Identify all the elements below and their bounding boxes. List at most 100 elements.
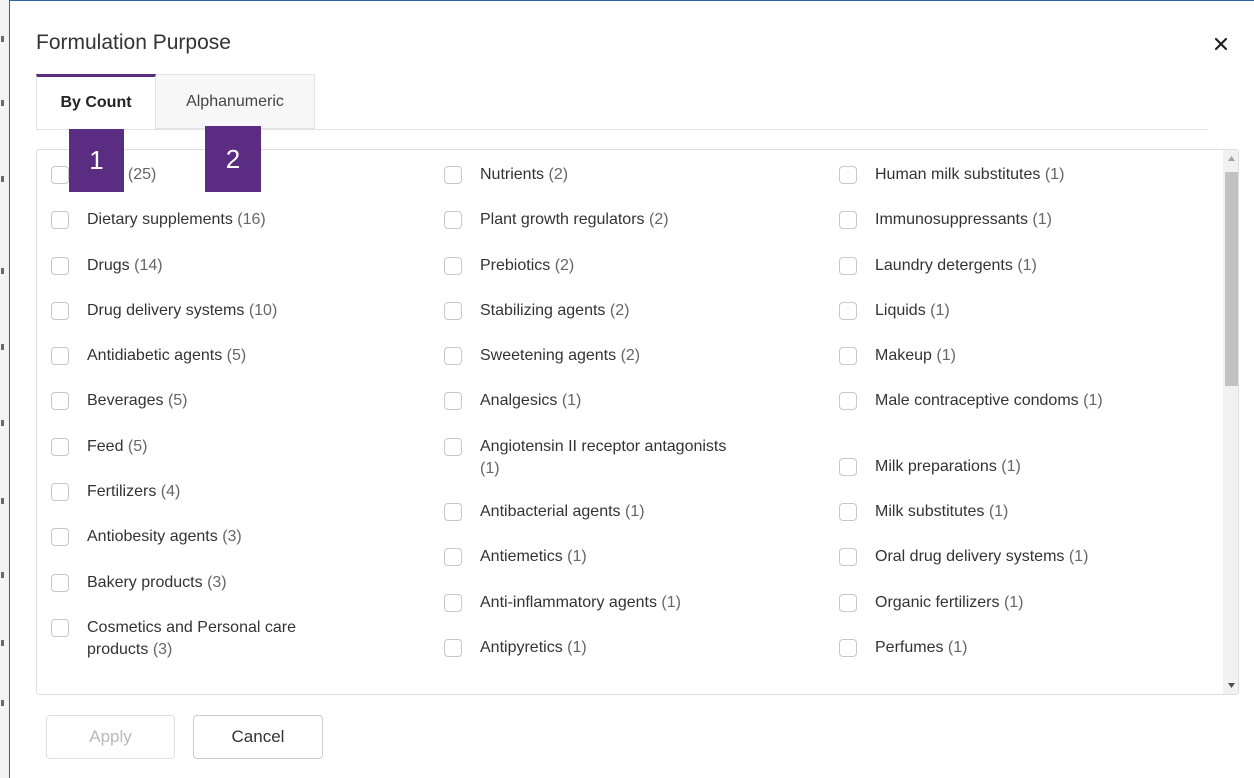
checkbox-item[interactable]: Antidiabetic agents (5) bbox=[51, 345, 431, 390]
option-count: (3) bbox=[152, 640, 173, 658]
checkbox[interactable] bbox=[839, 593, 857, 612]
checkbox-label: Prebiotics (2) bbox=[480, 255, 574, 277]
option-name: Analgesics bbox=[480, 392, 558, 410]
option-name: Organic fertilizers bbox=[875, 593, 1000, 611]
tab-bar: By Count Alphanumeric bbox=[36, 74, 1208, 130]
option-name: Cosmetics and Personal care products bbox=[87, 618, 296, 658]
option-count: (4) bbox=[160, 483, 181, 501]
checkbox-item[interactable]: Drug delivery systems (10) bbox=[51, 300, 431, 345]
checkbox-label: Cosmetics and Personal care products (3) bbox=[87, 617, 337, 661]
tab-by-count[interactable]: By Count bbox=[36, 74, 156, 130]
option-count: (10) bbox=[248, 301, 278, 319]
checkbox-item[interactable]: Makeup (1) bbox=[839, 345, 1211, 390]
checkbox-item[interactable]: Antipyretics (1) bbox=[444, 637, 829, 682]
scrollbar-thumb[interactable] bbox=[1225, 172, 1238, 386]
checkbox[interactable] bbox=[444, 548, 462, 567]
cancel-button[interactable]: Cancel bbox=[193, 715, 323, 759]
checkbox[interactable] bbox=[444, 256, 462, 275]
close-icon[interactable] bbox=[1208, 31, 1234, 57]
checkbox-label: Drugs (14) bbox=[87, 255, 163, 277]
checkbox-item[interactable]: Feed (5) bbox=[51, 436, 431, 481]
chevron-up-icon[interactable] bbox=[1223, 150, 1238, 167]
chevron-down-icon[interactable] bbox=[1223, 677, 1238, 694]
checkbox[interactable] bbox=[51, 483, 69, 502]
tab-alphanumeric[interactable]: Alphanumeric bbox=[156, 74, 315, 129]
checkbox[interactable] bbox=[444, 593, 462, 612]
checkbox[interactable] bbox=[839, 347, 857, 366]
checkbox[interactable] bbox=[51, 347, 69, 366]
checkbox[interactable] bbox=[839, 211, 857, 230]
option-count: (1) bbox=[567, 638, 587, 656]
checkbox[interactable] bbox=[444, 392, 462, 411]
checkbox[interactable] bbox=[444, 437, 462, 456]
checkbox-item[interactable]: Male contraceptive condoms (1) bbox=[839, 390, 1211, 455]
checkbox-item[interactable]: Beverages (5) bbox=[51, 390, 431, 435]
checkbox-item[interactable]: Milk preparations (1) bbox=[839, 456, 1211, 501]
checkbox-item[interactable]: Laundry detergents (1) bbox=[839, 255, 1211, 300]
checkbox-item[interactable]: Dietary supplements (16) bbox=[51, 209, 431, 254]
checkbox[interactable] bbox=[51, 528, 69, 547]
checkbox-item[interactable]: Drugs (14) bbox=[51, 255, 431, 300]
checkbox-item[interactable]: Plant growth regulators (2) bbox=[444, 209, 829, 254]
checkbox[interactable] bbox=[444, 211, 462, 230]
checkbox[interactable] bbox=[444, 503, 462, 522]
checkbox-item[interactable]: Liquids (1) bbox=[839, 300, 1211, 345]
checkbox[interactable] bbox=[444, 301, 462, 320]
checkbox-item[interactable]: Antibacterial agents (1) bbox=[444, 501, 829, 546]
checkbox[interactable] bbox=[444, 166, 462, 184]
checkbox[interactable] bbox=[444, 638, 462, 657]
option-name: Feed bbox=[87, 437, 124, 455]
checkbox-item[interactable]: Perfumes (1) bbox=[839, 637, 1211, 682]
checkbox-item[interactable]: Organic fertilizers (1) bbox=[839, 592, 1211, 637]
checkbox-label: Immunosuppressants (1) bbox=[875, 209, 1052, 231]
checkbox[interactable] bbox=[51, 211, 69, 230]
option-count: (2) bbox=[648, 211, 669, 229]
checkbox[interactable] bbox=[839, 503, 857, 522]
checkbox-item[interactable]: Sweetening agents (2) bbox=[444, 345, 829, 390]
checkbox[interactable] bbox=[51, 392, 69, 411]
checkbox-item[interactable]: Stabilizing agents (2) bbox=[444, 300, 829, 345]
checkbox-item[interactable]: Angiotensin II receptor antagonists (1) bbox=[444, 436, 829, 501]
checkbox[interactable] bbox=[51, 166, 69, 184]
checkbox[interactable] bbox=[839, 166, 857, 184]
checkbox-item[interactable]: Immunosuppressants (1) bbox=[839, 209, 1211, 254]
option-count: (1) bbox=[480, 459, 500, 477]
checkbox[interactable] bbox=[51, 256, 69, 275]
checkbox[interactable] bbox=[839, 256, 857, 275]
checkbox-item[interactable]: Anti-inflammatory agents (1) bbox=[444, 592, 829, 637]
checkbox-item[interactable]: Antiobesity agents (3) bbox=[51, 526, 431, 571]
checkbox-label: Anti-inflammatory agents (1) bbox=[480, 592, 681, 614]
option-name: Stabilizing agents bbox=[480, 301, 606, 319]
checkbox-label: Plant growth regulators (2) bbox=[480, 209, 669, 231]
checkbox-item[interactable]: Fertilizers (4) bbox=[51, 481, 431, 526]
checkbox-item[interactable]: Analgesics (1) bbox=[444, 390, 829, 435]
option-name: Drug delivery systems bbox=[87, 301, 245, 319]
checkbox[interactable] bbox=[51, 437, 69, 456]
checkbox[interactable] bbox=[839, 301, 857, 320]
vertical-scrollbar[interactable] bbox=[1223, 150, 1238, 694]
checkbox[interactable] bbox=[51, 301, 69, 320]
option-count: (1) bbox=[1032, 211, 1052, 229]
option-count: (1) bbox=[1068, 548, 1089, 566]
checkbox-item[interactable]: Milk substitutes (1) bbox=[839, 501, 1211, 546]
checkbox-item[interactable]: Antiemetics (1) bbox=[444, 546, 829, 591]
option-count: (1) bbox=[947, 638, 968, 656]
checkbox[interactable] bbox=[839, 548, 857, 567]
apply-button[interactable]: Apply bbox=[46, 715, 175, 759]
checkbox-item[interactable]: Human milk substitutes (1) bbox=[839, 164, 1211, 209]
checkbox[interactable] bbox=[51, 618, 69, 637]
checkbox-item[interactable]: Oral drug delivery systems (1) bbox=[839, 546, 1211, 591]
checkbox-item[interactable]: Nutrients (2) bbox=[444, 164, 829, 209]
checkbox-item[interactable]: Bakery products (3) bbox=[51, 572, 431, 617]
option-name: Prebiotics bbox=[480, 256, 551, 274]
checkbox[interactable] bbox=[839, 638, 857, 657]
option-name: Plant growth regulators bbox=[480, 211, 645, 229]
option-count: (3) bbox=[207, 573, 227, 591]
checkbox[interactable] bbox=[839, 457, 857, 476]
checkbox-item[interactable]: Cosmetics and Personal care products (3) bbox=[51, 617, 431, 682]
option-count: (1) bbox=[936, 347, 956, 365]
checkbox[interactable] bbox=[839, 392, 857, 411]
checkbox-item[interactable]: Prebiotics (2) bbox=[444, 255, 829, 300]
checkbox[interactable] bbox=[444, 347, 462, 366]
checkbox[interactable] bbox=[51, 573, 69, 592]
